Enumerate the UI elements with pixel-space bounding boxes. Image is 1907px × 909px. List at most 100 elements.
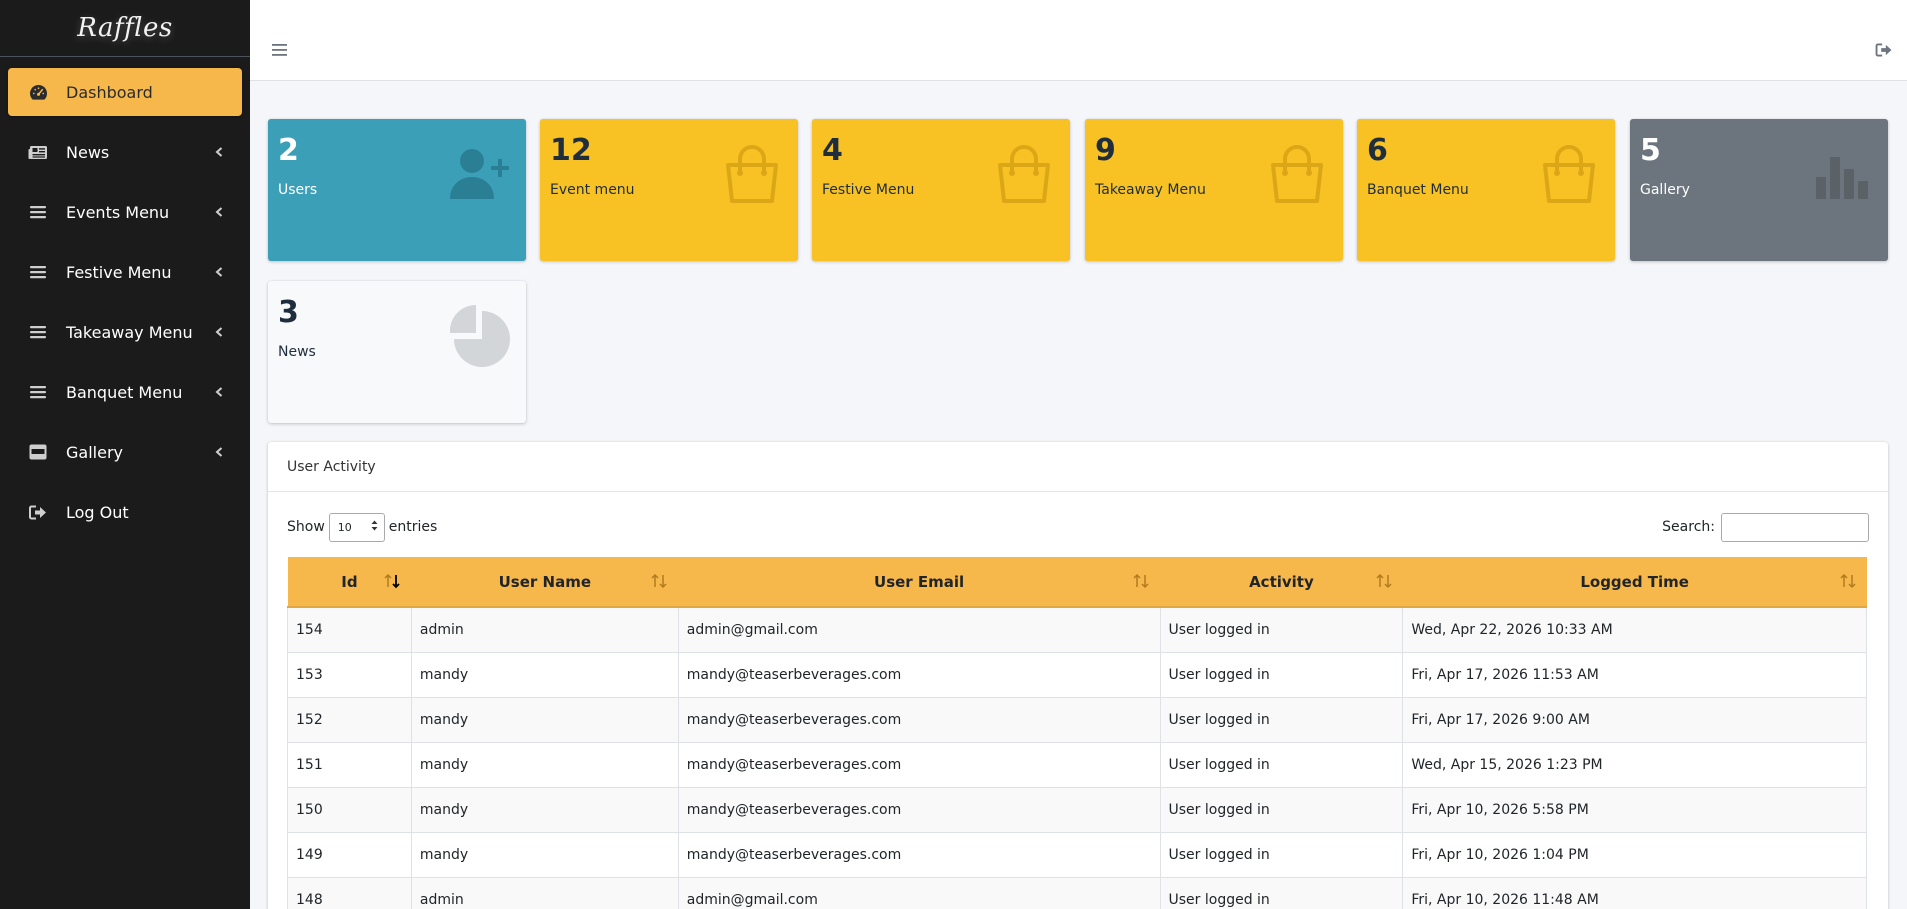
- cell-id: 151: [287, 741, 412, 788]
- shopping-bag-icon: [992, 141, 1056, 205]
- entries-length-control: Show 10 entries: [287, 512, 437, 542]
- tachometer-icon: [28, 83, 48, 101]
- table-row: 154 admin admin@gmail.com User logged in…: [287, 606, 1867, 653]
- cell-activity: User logged in: [1159, 876, 1404, 909]
- column-header-label: User Name: [498, 572, 592, 591]
- sidebar-item-festive-menu[interactable]: Festive Menu: [8, 248, 242, 296]
- sidebar: Raffles Dashboard News Events Menu Festi…: [0, 0, 250, 909]
- cell-id: 152: [287, 696, 412, 743]
- sort-icon: [1132, 572, 1150, 590]
- table-row: 151 mandy mandy@teaserbeverages.com User…: [287, 741, 1867, 788]
- stat-label: Gallery: [1640, 182, 1690, 198]
- column-header-user-email[interactable]: User Email: [678, 557, 1160, 608]
- cell-user-name: admin: [410, 876, 679, 909]
- user-activity-card: User Activity Show 10 entries Search: Id: [268, 442, 1888, 909]
- table-row: 153 mandy mandy@teaserbeverages.com User…: [287, 651, 1867, 698]
- stat-box-gallery[interactable]: 5 Gallery: [1630, 119, 1888, 261]
- cell-user-email: mandy@teaserbeverages.com: [677, 741, 1161, 788]
- cell-user-email: mandy@teaserbeverages.com: [677, 786, 1161, 833]
- user-activity-table: Id User Name User Email Activity Logged …: [287, 557, 1867, 909]
- brand[interactable]: Raffles: [0, 0, 250, 57]
- stat-count: 2: [278, 133, 299, 168]
- column-header-label: User Email: [874, 572, 965, 591]
- sidebar-item-label: Dashboard: [66, 82, 153, 102]
- brand-logo[interactable]: Raffles: [77, 13, 172, 43]
- entries-select[interactable]: 10: [328, 512, 385, 542]
- cell-id: 154: [287, 606, 412, 653]
- chevron-left-icon: [214, 387, 224, 397]
- cell-logged-time: Fri, Apr 17, 2026 9:00 AM: [1402, 696, 1867, 743]
- bars-icon: [28, 263, 48, 281]
- stat-box-users[interactable]: 2 Users: [268, 119, 526, 261]
- stat-count: 4: [822, 133, 843, 168]
- cell-user-email: mandy@teaserbeverages.com: [677, 831, 1161, 878]
- table-row: 149 mandy mandy@teaserbeverages.com User…: [287, 831, 1867, 878]
- sidebar-item-gallery[interactable]: Gallery: [8, 428, 242, 476]
- entries-label: entries: [388, 519, 438, 535]
- bars-icon: [28, 383, 48, 401]
- cell-logged-time: Fri, Apr 10, 2026 1:04 PM: [1402, 831, 1867, 878]
- sidebar-item-label: Gallery: [66, 442, 123, 462]
- search-label: Search:: [1662, 519, 1715, 535]
- stat-count: 3: [278, 295, 299, 330]
- cell-user-name: admin: [410, 606, 679, 653]
- stat-box-news[interactable]: 3 News: [268, 281, 526, 423]
- search-input[interactable]: [1721, 512, 1869, 542]
- table-search: Search:: [1662, 512, 1869, 542]
- stat-label: Users: [278, 182, 318, 198]
- table-row: 152 mandy mandy@teaserbeverages.com User…: [287, 696, 1867, 743]
- column-header-user-name[interactable]: User Name: [411, 557, 679, 608]
- cell-activity: User logged in: [1159, 696, 1404, 743]
- image-icon: [28, 443, 48, 461]
- sign-out-icon: [28, 503, 48, 521]
- cell-user-name: mandy: [410, 786, 679, 833]
- sort-icon: [1375, 572, 1393, 590]
- sidebar-item-label: News: [66, 142, 110, 162]
- stat-box-event-menu[interactable]: 12 Event menu: [540, 119, 798, 261]
- user-plus-icon: [448, 141, 512, 205]
- newspaper-icon: [28, 143, 48, 161]
- cell-user-email: mandy@teaserbeverages.com: [677, 696, 1161, 743]
- sidebar-item-label: Festive Menu: [66, 262, 172, 282]
- stat-label: Banquet Menu: [1367, 182, 1469, 198]
- column-header-label: Activity: [1249, 572, 1314, 591]
- stat-count: 9: [1095, 133, 1116, 168]
- column-header-logged-time[interactable]: Logged Time: [1402, 557, 1867, 608]
- entries-value: 10: [337, 520, 352, 534]
- sidebar-item-label: Takeaway Menu: [66, 322, 193, 342]
- hamburger-menu-icon[interactable]: [272, 42, 288, 56]
- stat-box-banquet-menu[interactable]: 6 Banquet Menu: [1357, 119, 1615, 261]
- cell-logged-time: Wed, Apr 22, 2026 10:33 AM: [1402, 606, 1867, 653]
- column-header-label: Logged Time: [1580, 572, 1689, 591]
- sidebar-item-news[interactable]: News: [8, 128, 242, 176]
- sidebar-nav: Dashboard News Events Menu Festive Menu: [0, 57, 250, 536]
- sidebar-item-dashboard[interactable]: Dashboard: [8, 68, 242, 116]
- stat-label: Event menu: [550, 182, 635, 198]
- cell-user-name: mandy: [410, 696, 679, 743]
- stat-box-takeaway-menu[interactable]: 9 Takeaway Menu: [1085, 119, 1343, 261]
- sign-out-icon[interactable]: [1875, 42, 1893, 57]
- stat-box-festive-menu[interactable]: 4 Festive Menu: [812, 119, 1070, 261]
- sidebar-item-events-menu[interactable]: Events Menu: [8, 188, 242, 236]
- stat-label: Takeaway Menu: [1095, 182, 1206, 198]
- cell-activity: User logged in: [1159, 786, 1404, 833]
- stat-count: 5: [1640, 133, 1661, 168]
- stat-label: Festive Menu: [822, 182, 915, 198]
- cell-id: 149: [287, 831, 412, 878]
- cell-activity: User logged in: [1159, 606, 1404, 653]
- sort-updown-icon: [371, 520, 378, 534]
- sidebar-item-log-out[interactable]: Log Out: [8, 488, 242, 536]
- shopping-bag-icon: [720, 141, 784, 205]
- table-header-row: Id User Name User Email Activity Logged …: [287, 557, 1867, 608]
- sort-icon: [1839, 572, 1857, 590]
- column-header-id[interactable]: Id: [287, 557, 412, 608]
- cell-id: 153: [287, 651, 412, 698]
- table-row: 150 mandy mandy@teaserbeverages.com User…: [287, 786, 1867, 833]
- table-row: 148 admin admin@gmail.com User logged in…: [287, 876, 1867, 909]
- chevron-left-icon: [214, 447, 224, 457]
- stat-count: 12: [550, 133, 592, 168]
- cell-user-email: admin@gmail.com: [677, 876, 1161, 909]
- sidebar-item-banquet-menu[interactable]: Banquet Menu: [8, 368, 242, 416]
- sidebar-item-takeaway-menu[interactable]: Takeaway Menu: [8, 308, 242, 356]
- column-header-activity[interactable]: Activity: [1160, 557, 1403, 608]
